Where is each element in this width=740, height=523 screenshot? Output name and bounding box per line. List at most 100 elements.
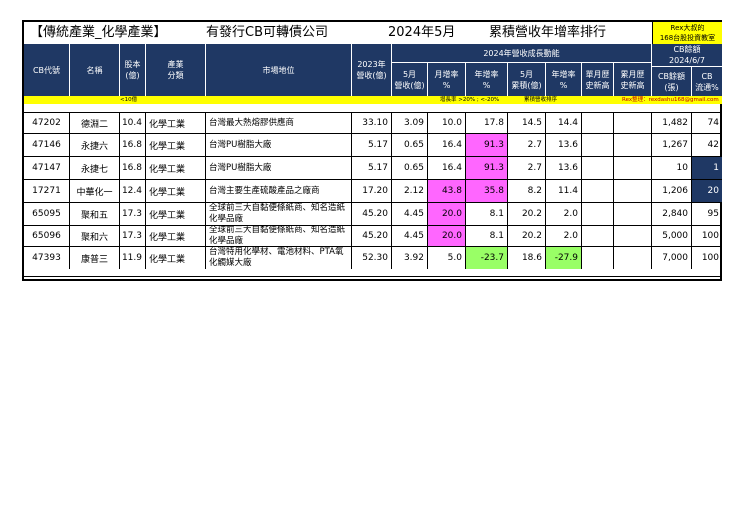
cell-name: 永捷七	[70, 157, 120, 179]
cell-may-cumulative: 2.7	[508, 134, 546, 156]
cell-cb-balance: 1,206	[652, 180, 692, 202]
header-yoy: 年增率 %	[466, 62, 508, 96]
header-cb-code: CB代號	[24, 44, 70, 96]
cell-cb-balance: 10	[652, 157, 692, 179]
cell-revenue-2023: 45.20	[352, 226, 392, 246]
cell-may-cumulative: 20.2	[508, 226, 546, 246]
cell-yoy: -23.7	[466, 247, 508, 269]
cell-revenue-2023: 45.20	[352, 203, 392, 225]
cell-capital: 16.8	[120, 157, 146, 179]
header-growth-group: 2024年營收成長動能	[392, 44, 652, 62]
cell-may-revenue: 3.92	[392, 247, 428, 269]
title-bar: 【傳統產業_化學產業】 有發行CB可轉債公司 2024年5月 累積營收年增率排行…	[24, 22, 722, 44]
cell-revenue-2023: 17.20	[352, 180, 392, 202]
header-cb-balance: CB餘額 (張)	[652, 66, 692, 96]
table-row: 65095 聚和五 17.3 化學工業 全球前三大自黏便條紙商、知名造紙化學品廠 45.2…	[24, 202, 722, 225]
badge-line2: 168台股投資教室	[659, 34, 716, 42]
title-ranking: 累積營收年增率排行	[489, 25, 607, 40]
cell-mom: 20.0	[428, 226, 466, 246]
cell-yoy: 35.8	[466, 180, 508, 202]
cell-may-cumulative: 20.2	[508, 203, 546, 225]
legend-strip: <10億 增長率 >20% ; <-20% 累積營收排序 Rex整理：rexda…	[24, 96, 722, 104]
cell-cum-high	[614, 134, 652, 156]
cell-cb-float: 74	[707, 118, 719, 128]
cell-market-position: 台灣PU樹脂大廠	[206, 134, 352, 156]
cell-cb-float: 100	[701, 231, 719, 241]
table-row: 47146 永捷六 16.8 化學工業 台灣PU樹脂大廠 5.17 0.65 16.4 91.3…	[24, 133, 722, 156]
legend-capital-note: <10億	[120, 97, 138, 103]
header-cb-balance-group: CB餘額 2024/6/7	[669, 45, 705, 65]
cell-mom: 20.0	[428, 203, 466, 225]
cell-cb-code: 47146	[24, 134, 70, 156]
cell-industry: 化學工業	[146, 226, 206, 246]
cell-name: 德淵二	[70, 113, 120, 133]
header-cum-yoy: 年增率 %	[546, 62, 582, 96]
cell-market-position: 台灣最大熱熔膠供應商	[206, 113, 352, 133]
cell-cb-code: 47393	[24, 247, 70, 269]
cell-cum-yoy: 2.0	[546, 203, 582, 225]
table-row: 47202 德淵二 10.4 化學工業 台灣最大熱熔膠供應商 33.10 3.09 10.0 1…	[24, 112, 722, 133]
cell-may-revenue: 4.45	[392, 203, 428, 225]
cell-cb-balance: 5,000	[652, 226, 692, 246]
cell-cum-yoy: 13.6	[546, 134, 582, 156]
header-industry: 產業 分類	[146, 44, 206, 96]
cell-single-month-high	[582, 157, 614, 179]
cell-yoy: 8.1	[466, 226, 508, 246]
cell-yoy: 91.3	[466, 134, 508, 156]
cell-cum-yoy: 14.4	[546, 113, 582, 133]
table-bottom-border	[24, 276, 722, 277]
cell-may-revenue: 0.65	[392, 157, 428, 179]
cell-may-cumulative: 2.7	[508, 157, 546, 179]
cell-cb-code: 47147	[24, 157, 70, 179]
cell-capital: 17.3	[120, 226, 146, 246]
cell-industry: 化學工業	[146, 157, 206, 179]
cell-name: 聚和六	[70, 226, 120, 246]
header-single-month-high: 單月歷 史新高	[582, 62, 614, 96]
cell-may-revenue: 3.09	[392, 113, 428, 133]
cell-market-position: 台灣主要生產硫酸產品之廠商	[206, 180, 352, 202]
cell-may-revenue: 2.12	[392, 180, 428, 202]
revenue-ranking-sheet: 【傳統產業_化學產業】 有發行CB可轉債公司 2024年5月 累積營收年增率排行…	[22, 20, 722, 281]
table-row: 47147 永捷七 16.8 化學工業 台灣PU樹脂大廠 5.17 0.65 16.4 91.3…	[24, 156, 722, 179]
cell-industry: 化學工業	[146, 134, 206, 156]
cell-name: 中華化一	[70, 180, 120, 202]
cell-cum-high	[614, 226, 652, 246]
cell-market-position: 全球前三大自黏便條紙商、知名造紙化學品廠	[206, 203, 352, 225]
cell-capital: 11.9	[120, 247, 146, 269]
cell-industry: 化學工業	[146, 247, 206, 269]
cell-single-month-high	[582, 134, 614, 156]
cell-cum-high	[614, 203, 652, 225]
header-market-position: 市場地位	[206, 44, 352, 96]
cell-may-revenue: 0.65	[392, 134, 428, 156]
cell-yoy: 91.3	[466, 157, 508, 179]
cell-single-month-high	[582, 203, 614, 225]
author-badge: Rex大叔的 168台股投資教室	[652, 22, 722, 44]
cell-cb-float: 20	[692, 180, 722, 202]
cell-cum-high	[614, 247, 652, 269]
cell-may-cumulative: 14.5	[508, 113, 546, 133]
cell-mom: 5.0	[428, 247, 466, 269]
cell-yoy: 17.8	[466, 113, 508, 133]
cell-cb-float: 95	[707, 209, 719, 219]
header-revenue-2023: 2023年 營收(億)	[352, 44, 392, 96]
table-header: CB代號 名稱 股本 (億) 產業 分類 市場地位 2023年 營收(億) 20…	[24, 44, 722, 96]
cell-may-cumulative: 8.2	[508, 180, 546, 202]
cell-single-month-high	[582, 247, 614, 269]
legend-author-note: Rex整理：rexdashu168@gmail.com	[622, 97, 719, 103]
cell-single-month-high	[582, 226, 614, 246]
cell-mom: 43.8	[428, 180, 466, 202]
cell-cb-code: 65096	[24, 226, 70, 246]
cell-name: 聚和五	[70, 203, 120, 225]
cell-cum-yoy: -27.9	[546, 247, 582, 269]
cell-cb-balance: 1,482	[652, 113, 692, 133]
legend-cum-note: 累積營收排序	[524, 97, 558, 103]
cell-name: 永捷六	[70, 134, 120, 156]
cell-mom: 16.4	[428, 157, 466, 179]
header-cum-high: 累月歷 史新高	[614, 62, 652, 96]
header-capital: 股本 (億)	[120, 44, 146, 96]
cell-cb-float: 100	[701, 253, 719, 263]
cell-cb-float: 42	[707, 140, 719, 150]
cell-market-position: 全球前三大自黏便條紙商、知名造紙化學品廠	[206, 226, 352, 246]
header-name: 名稱	[70, 44, 120, 96]
cell-cum-high	[614, 180, 652, 202]
